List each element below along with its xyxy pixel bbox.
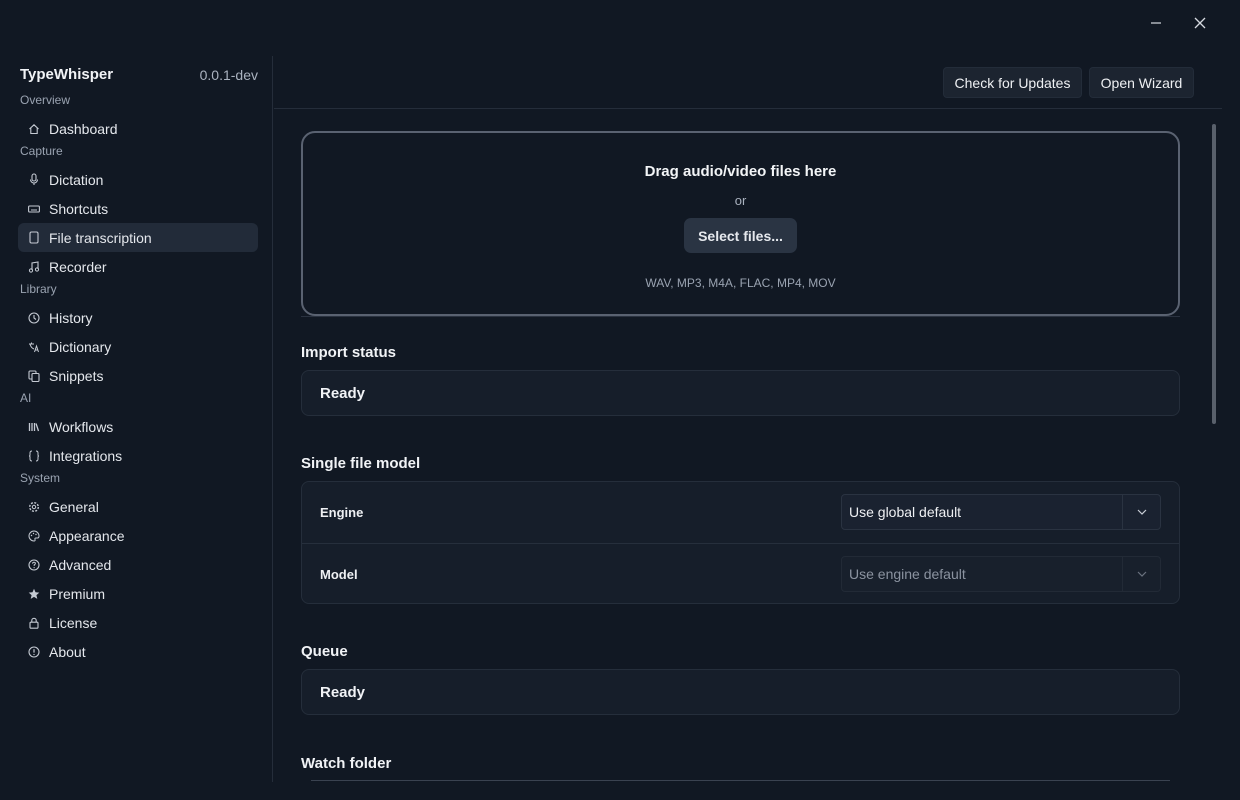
gear-icon — [28, 500, 40, 514]
sidebar-item-label: License — [49, 614, 98, 631]
import-status-title: Import status — [301, 344, 397, 361]
sidebar-item-integrations[interactable]: Integrations — [18, 441, 258, 470]
chevron-down-icon — [1122, 495, 1160, 529]
section-label-capture: Capture — [20, 144, 63, 158]
sidebar-item-advanced[interactable]: Advanced — [18, 550, 258, 579]
supported-formats: WAV, MP3, M4A, FLAC, MP4, MOV — [645, 276, 836, 290]
section-label-system: System — [20, 471, 61, 485]
section-label-ai: AI — [20, 391, 32, 405]
palette-icon — [28, 529, 40, 543]
file-dropzone[interactable]: Drag audio/video files here or Select fi… — [301, 131, 1180, 316]
engine-select[interactable]: Use global default — [841, 494, 1161, 530]
info-icon — [28, 645, 40, 659]
watch-folder-title: Watch folder — [301, 755, 392, 772]
sidebar-item-label: Dashboard — [49, 120, 118, 137]
translate-icon — [28, 340, 40, 354]
sidebar-item-dashboard[interactable]: Dashboard — [18, 114, 258, 143]
sidebar-item-about[interactable]: About — [18, 637, 258, 666]
sidebar-item-dictation[interactable]: Dictation — [18, 165, 258, 194]
import-status-box: Ready — [301, 370, 1180, 416]
sidebar-item-workflows[interactable]: Workflows — [18, 412, 258, 441]
sidebar-item-label: Snippets — [49, 367, 104, 384]
history-icon — [28, 311, 40, 325]
dropzone-or-text: or — [734, 193, 747, 208]
copy-icon — [28, 369, 40, 383]
minimize-icon — [1151, 22, 1161, 24]
brand: TypeWhisper 0.0.1-dev — [20, 66, 258, 83]
sidebar-item-dictionary[interactable]: Dictionary — [18, 332, 258, 361]
page-header: Check for Updates Open Wizard — [274, 56, 1222, 109]
divider — [301, 316, 1180, 317]
sidebar-item-label: General — [49, 498, 99, 515]
minimize-button[interactable] — [1136, 8, 1176, 38]
queue-title: Queue — [301, 643, 348, 660]
sidebar-item-label: History — [49, 309, 93, 326]
sidebar-item-label: Appearance — [49, 527, 125, 544]
sidebar-item-label: Workflows — [49, 418, 114, 435]
file-icon — [28, 231, 40, 245]
model-select[interactable]: Use engine default — [841, 556, 1161, 592]
sidebar-item-snippets[interactable]: Snippets — [18, 361, 258, 390]
sidebar-item-history[interactable]: History — [18, 303, 258, 332]
queue-status-value: Ready — [320, 683, 366, 701]
section-label-overview: Overview — [20, 93, 71, 107]
sidebar-item-general[interactable]: General — [18, 492, 258, 521]
select-files-button[interactable]: Select files... — [684, 218, 797, 253]
open-wizard-button[interactable]: Open Wizard — [1089, 67, 1194, 98]
model-label: Model — [320, 566, 358, 582]
app-window: TypeWhisper 0.0.1-dev Overview Dashboard… — [0, 0, 1240, 800]
sidebar-item-label: About — [49, 643, 86, 660]
sidebar-item-license[interactable]: License — [18, 608, 258, 637]
music-note-icon — [28, 260, 40, 274]
sidebar-item-shortcuts[interactable]: Shortcuts — [18, 194, 258, 223]
close-icon — [1194, 17, 1206, 29]
model-row: Model Use engine default — [302, 543, 1179, 604]
app-version: 0.0.1-dev — [199, 66, 258, 83]
sidebar-item-label: Advanced — [49, 556, 112, 573]
keyboard-icon — [28, 202, 40, 216]
close-button[interactable] — [1180, 8, 1220, 38]
chevron-down-icon — [1122, 557, 1160, 591]
engine-row: Engine Use global default — [302, 482, 1179, 543]
sidebar-item-label: Recorder — [49, 258, 107, 275]
queue-status-box: Ready — [301, 669, 1180, 715]
model-select-value: Use engine default — [849, 566, 966, 582]
main-content: Drag audio/video files here or Select fi… — [274, 110, 1222, 782]
single-file-model-title: Single file model — [301, 455, 421, 472]
sidebar-nav: Overview Dashboard Capture Dictation Sho… — [18, 92, 258, 666]
app-name: TypeWhisper — [20, 66, 114, 83]
home-icon — [28, 122, 40, 136]
engine-select-value: Use global default — [849, 504, 962, 520]
sidebar-item-premium[interactable]: Premium — [18, 579, 258, 608]
main-scrollbar[interactable] — [1212, 124, 1216, 424]
sidebar-item-label: Dictation — [49, 171, 104, 188]
sidebar-item-label: Dictionary — [49, 338, 112, 355]
microphone-icon — [28, 173, 40, 187]
import-status-value: Ready — [320, 384, 366, 402]
single-file-model-card: Engine Use global default Model Use engi… — [301, 481, 1180, 604]
engine-label: Engine — [320, 505, 364, 520]
sidebar-item-recorder[interactable]: Recorder — [18, 252, 258, 281]
library-icon — [28, 420, 40, 434]
lock-icon — [28, 616, 40, 630]
help-circle-icon — [28, 558, 40, 572]
check-for-updates-button[interactable]: Check for Updates — [943, 67, 1082, 98]
sidebar-item-label: Premium — [49, 585, 106, 602]
sidebar-item-file-transcription[interactable]: File transcription — [18, 223, 258, 252]
sidebar-item-label: Integrations — [49, 447, 123, 464]
section-label-library: Library — [20, 282, 57, 296]
sidebar-item-label: Shortcuts — [49, 200, 109, 217]
star-icon — [28, 587, 40, 601]
dropzone-title: Drag audio/video files here — [644, 163, 837, 180]
braces-icon — [28, 449, 40, 463]
sidebar-item-appearance[interactable]: Appearance — [18, 521, 258, 550]
sidebar: TypeWhisper 0.0.1-dev Overview Dashboard… — [0, 56, 273, 782]
watch-folder-card-edge — [311, 780, 1170, 781]
sidebar-item-label: File transcription — [49, 229, 152, 246]
